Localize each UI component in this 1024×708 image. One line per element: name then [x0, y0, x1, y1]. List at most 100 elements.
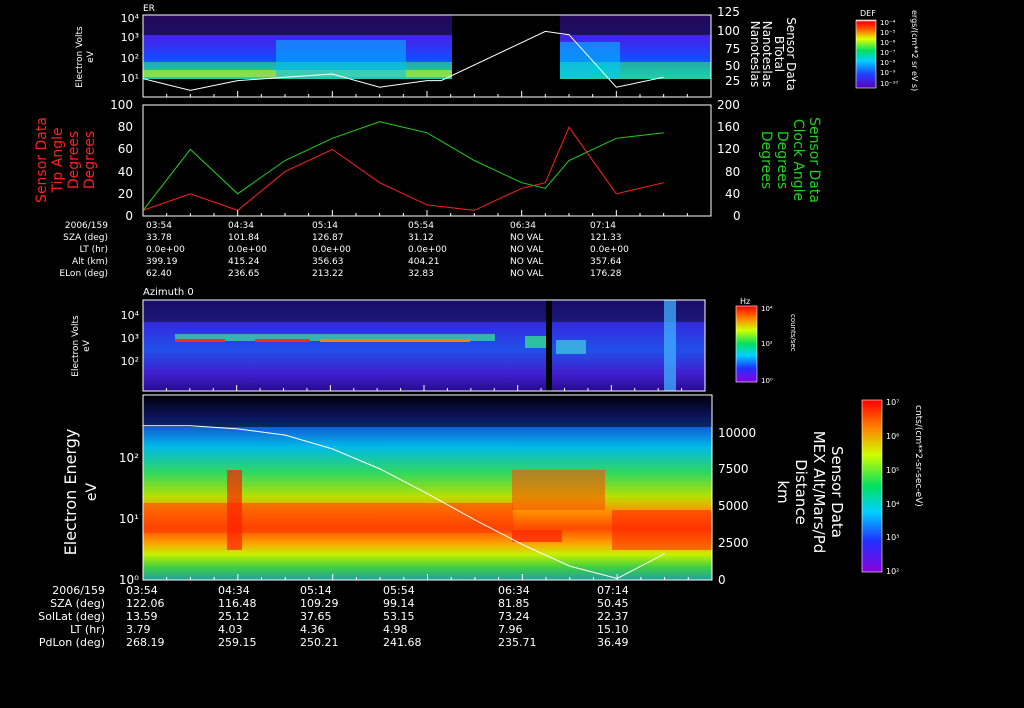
- azimuth-title: Azimuth 0: [143, 287, 194, 298]
- azimuth-colorbar-scale: [735, 305, 758, 383]
- er-ylabel-1: Electron Volts: [75, 26, 85, 88]
- energy-right-tick: 10000: [718, 426, 756, 440]
- ephemeris-value: 0.0e+00: [228, 245, 267, 255]
- energy-yticks: 10² 10¹ 10⁰: [119, 451, 139, 587]
- er-right-label-4: Nanoteslas: [748, 21, 762, 88]
- ephemeris-value: 73.24: [498, 610, 530, 623]
- ephemeris-value: 404.21: [408, 257, 440, 267]
- ephemeris-value: 4.03: [218, 623, 243, 636]
- energy-dark-top: [143, 395, 712, 427]
- azimuth-colorbar-title: Hz: [740, 297, 750, 306]
- ephemeris-time: 05:54: [383, 584, 415, 597]
- angles-left-tick: 0: [125, 209, 133, 223]
- er-ytick: 10¹: [121, 72, 139, 85]
- azimuth-cyan-column: [664, 300, 676, 391]
- ephemeris-value: 99.14: [383, 597, 415, 610]
- ephemeris-value: 356.63: [312, 257, 344, 267]
- angles-left-tick: 60: [118, 142, 133, 156]
- azimuth-red-band-2: [255, 339, 310, 342]
- ephemeris-value: NO VAL: [510, 233, 543, 243]
- ephemeris-value: 259.15: [218, 636, 257, 649]
- energy-colorbar: 10⁷ 10⁶ 10⁵ 10⁴ 10³ 10² cnts/(cm**2-sr-s…: [861, 398, 923, 576]
- panel-electron-energy: Electron Energy eV 10² 10¹ 10⁰ 10000 750…: [61, 394, 923, 587]
- ephemeris-time: 05:14: [300, 584, 332, 597]
- energy-right-tick: 0: [718, 573, 726, 587]
- ephemeris-label: LT (hr): [79, 245, 108, 255]
- energy-colorbar-scale: [861, 399, 883, 573]
- clock-label-1: Sensor Data: [806, 117, 822, 203]
- panel-angles: 100 80 60 40 20 0 200 160 120 80 40 0 Se…: [34, 98, 822, 223]
- ephemeris-value: 50.45: [597, 597, 629, 610]
- angles-right-tick: 120: [717, 142, 740, 156]
- er-right-tick: 50: [725, 59, 740, 73]
- er-right-tick: 100: [717, 24, 740, 38]
- energy-ylabel-1: Electron Energy: [61, 429, 80, 556]
- angles-frame: [142, 104, 712, 217]
- er-colorbar: DEF 10⁻⁴ 10⁻⁵ 10⁻⁶ 10⁻⁷ 10⁻⁸ 10⁻⁹ 10⁻¹⁰ …: [855, 9, 919, 91]
- ephemeris-value: 22.37: [597, 610, 629, 623]
- angles-left-tick: 100: [110, 98, 133, 112]
- er-ytick: 10²: [121, 52, 139, 65]
- ephemeris-label: PdLon (deg): [39, 636, 105, 649]
- ephemeris-time: 03:54: [126, 584, 158, 597]
- ephemeris-value: 37.65: [300, 610, 332, 623]
- ephemeris-value: 33.78: [146, 233, 172, 243]
- ephemeris-value: 116.48: [218, 597, 257, 610]
- ephemeris-value: 357.64: [590, 257, 622, 267]
- er-colorbar-scale: [855, 19, 877, 89]
- angles-right-tick: 0: [733, 209, 741, 223]
- energy-ytick: 10¹: [119, 512, 139, 526]
- er-cyan-block-1: [276, 40, 406, 78]
- clock-label-4: Degrees: [758, 131, 774, 189]
- er-right-tick: 25: [725, 74, 740, 88]
- ephemeris-value: 0.0e+00: [408, 245, 447, 255]
- ephemeris-value: 4.36: [300, 623, 325, 636]
- ephemeris-label: LT (hr): [70, 623, 105, 636]
- er-ytick: 10³: [121, 31, 139, 44]
- ephemeris-value: 121.33: [590, 233, 622, 243]
- ephemeris-value: 399.19: [146, 257, 178, 267]
- angles-left-ticks: 100 80 60 40 20 0: [110, 98, 133, 223]
- energy-colorbar-tick: 10⁷: [886, 398, 899, 407]
- ephemeris-time: 05:54: [408, 221, 434, 231]
- ephemeris-value: 36.49: [597, 636, 629, 649]
- ephemeris-label: 2006/159: [52, 584, 105, 597]
- ephemeris-value: 15.10: [597, 623, 629, 636]
- energy-red-spot: [512, 530, 562, 542]
- energy-colorbar-tick: 10⁶: [886, 432, 899, 441]
- azimuth-ylabel-1: Electron Volts: [71, 315, 81, 377]
- energy-red-band: [143, 503, 513, 533]
- energy-right-ticks: 10000 7500 5000 2500 0: [718, 426, 756, 587]
- angles-left-tick: 20: [118, 187, 133, 201]
- ephemeris-value: 176.28: [590, 269, 622, 279]
- angles-left-tick: 40: [118, 165, 133, 179]
- ephemeris-value: NO VAL: [510, 257, 543, 267]
- energy-orange-block: [512, 470, 605, 510]
- ephemeris-time: 07:14: [597, 584, 629, 597]
- energy-right-label-1: Sensor Data: [828, 446, 846, 538]
- energy-right-tick: 2500: [718, 536, 749, 550]
- clock-label-3: Degrees: [774, 131, 790, 189]
- er-yticks: 10⁴ 10³ 10² 10¹: [121, 12, 140, 85]
- angles-left-tick: 80: [118, 120, 133, 134]
- energy-right-label-4: km: [774, 480, 792, 503]
- tip-angle-label: Sensor Data Tip Angle Degrees Degrees: [34, 117, 98, 203]
- er-ytick: 10⁴: [121, 12, 140, 25]
- tip-label-3: Degrees: [66, 131, 82, 189]
- azimuth-ytick: 10²: [121, 355, 139, 368]
- ephemeris-value: 7.96: [498, 623, 523, 636]
- angles-right-tick: 40: [725, 187, 740, 201]
- ephemeris-value: 122.06: [126, 597, 165, 610]
- clock-label-2: Clock Angle: [790, 119, 806, 201]
- energy-right-label-3: Distance: [792, 459, 810, 525]
- energy-colorbar-tick: 10⁴: [886, 500, 899, 509]
- energy-colorbar-tick: 10³: [886, 533, 899, 542]
- er-right-tick: 125: [717, 5, 740, 19]
- azimuth-cyan-blob-2: [556, 340, 586, 354]
- ephemeris-time: 03:54: [146, 221, 172, 231]
- energy-right-tick: 5000: [718, 499, 749, 513]
- ephemeris-value: 126.87: [312, 233, 344, 243]
- ephemeris-label: SZA (deg): [50, 597, 105, 610]
- azimuth-colorbar-tick: 10⁴: [761, 305, 773, 313]
- ephemeris-value: 25.12: [218, 610, 250, 623]
